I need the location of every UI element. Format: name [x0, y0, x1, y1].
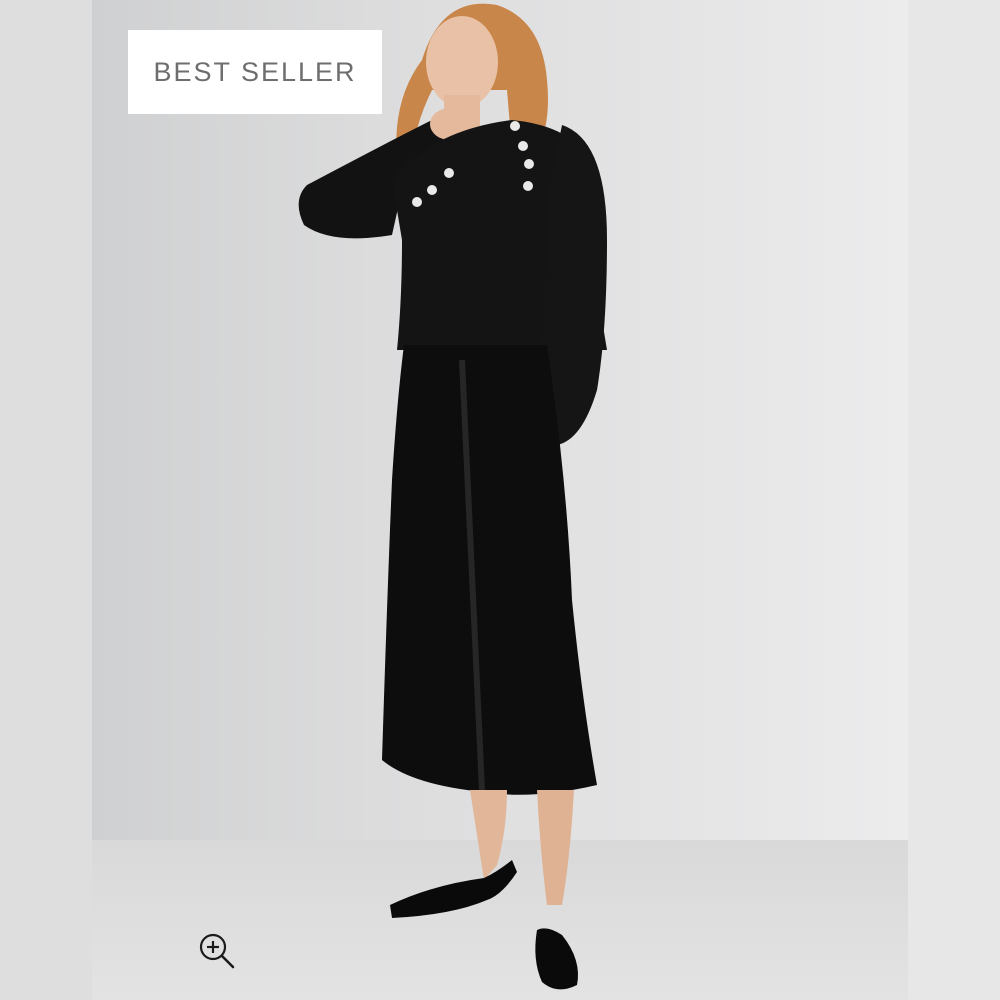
product-image-viewer: BEST SELLER — [0, 0, 1000, 1000]
zoom-in-icon[interactable] — [196, 930, 236, 970]
left-margin — [0, 0, 92, 1000]
badge-label: BEST SELLER — [153, 56, 357, 87]
right-margin — [908, 0, 1000, 1000]
model-figure — [298, 3, 607, 990]
product-photo[interactable] — [92, 0, 908, 1000]
best-seller-badge: BEST SELLER — [128, 30, 382, 114]
